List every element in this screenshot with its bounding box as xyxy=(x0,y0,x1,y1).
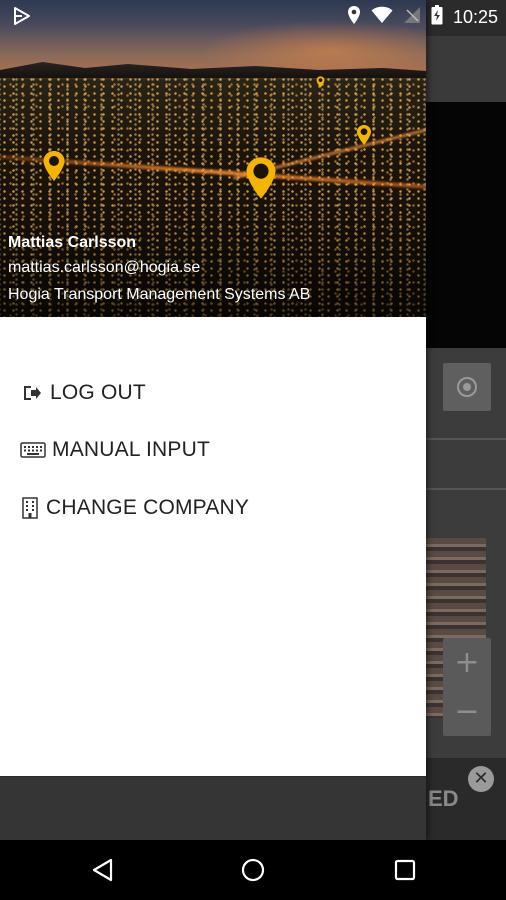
user-name: Mattias Carlsson xyxy=(8,234,137,251)
recent-apps-button[interactable] xyxy=(389,854,421,886)
wifi-icon xyxy=(371,6,393,29)
home-button[interactable] xyxy=(237,854,269,886)
my-location-icon xyxy=(457,377,477,397)
menu-item-label: LOG OUT xyxy=(50,380,146,404)
menu-item-label: CHANGE COMPANY xyxy=(46,495,250,519)
drawer-menu: LOG OUT MANUAL INPUT CHANGE COMPANY xyxy=(0,364,426,537)
location-pin-icon xyxy=(43,151,65,181)
user-info: Mattias Carlsson mattias.carlsson@hogia.… xyxy=(8,232,310,308)
menu-item-manual-input[interactable]: MANUAL INPUT xyxy=(0,422,426,480)
drawer-header: Mattias Carlsson mattias.carlsson@hogia.… xyxy=(0,0,426,317)
zoom-out-button[interactable]: − xyxy=(443,687,491,736)
navigation-drawer: Mattias Carlsson mattias.carlsson@hogia.… xyxy=(0,0,426,840)
keyboard-icon xyxy=(20,438,46,462)
close-icon[interactable]: ✕ xyxy=(468,766,494,792)
user-email: mattias.carlsson@hogia.se xyxy=(8,259,201,276)
menu-item-change-company[interactable]: CHANGE COMPANY xyxy=(0,479,426,537)
map-road xyxy=(426,438,506,440)
no-signal-icon xyxy=(403,6,421,29)
menu-item-label: MANUAL INPUT xyxy=(52,438,210,462)
battery-icon xyxy=(431,4,443,30)
navigation-bar xyxy=(0,840,506,900)
building-icon xyxy=(20,496,40,520)
drawer-footer xyxy=(0,776,426,840)
location-pin-icon xyxy=(316,76,325,88)
menu-item-log-out[interactable]: LOG OUT xyxy=(0,364,426,422)
logout-icon xyxy=(20,381,44,405)
status-time: 10:25 xyxy=(452,6,498,27)
my-location-button[interactable] xyxy=(443,363,491,411)
app-notification-icon xyxy=(12,6,32,31)
status-bar: 10:25 xyxy=(0,0,506,34)
background-panel xyxy=(426,102,506,348)
zoom-controls: + − xyxy=(443,638,491,736)
user-company: Hogia Transport Management Systems AB xyxy=(8,286,311,303)
bottom-bar-text: ED xyxy=(428,786,459,811)
map-road xyxy=(426,488,506,490)
zoom-in-button[interactable]: + xyxy=(443,638,491,687)
location-pin-icon xyxy=(246,157,276,199)
location-icon xyxy=(347,5,361,30)
back-button[interactable] xyxy=(86,854,118,886)
location-pin-icon xyxy=(357,125,371,145)
